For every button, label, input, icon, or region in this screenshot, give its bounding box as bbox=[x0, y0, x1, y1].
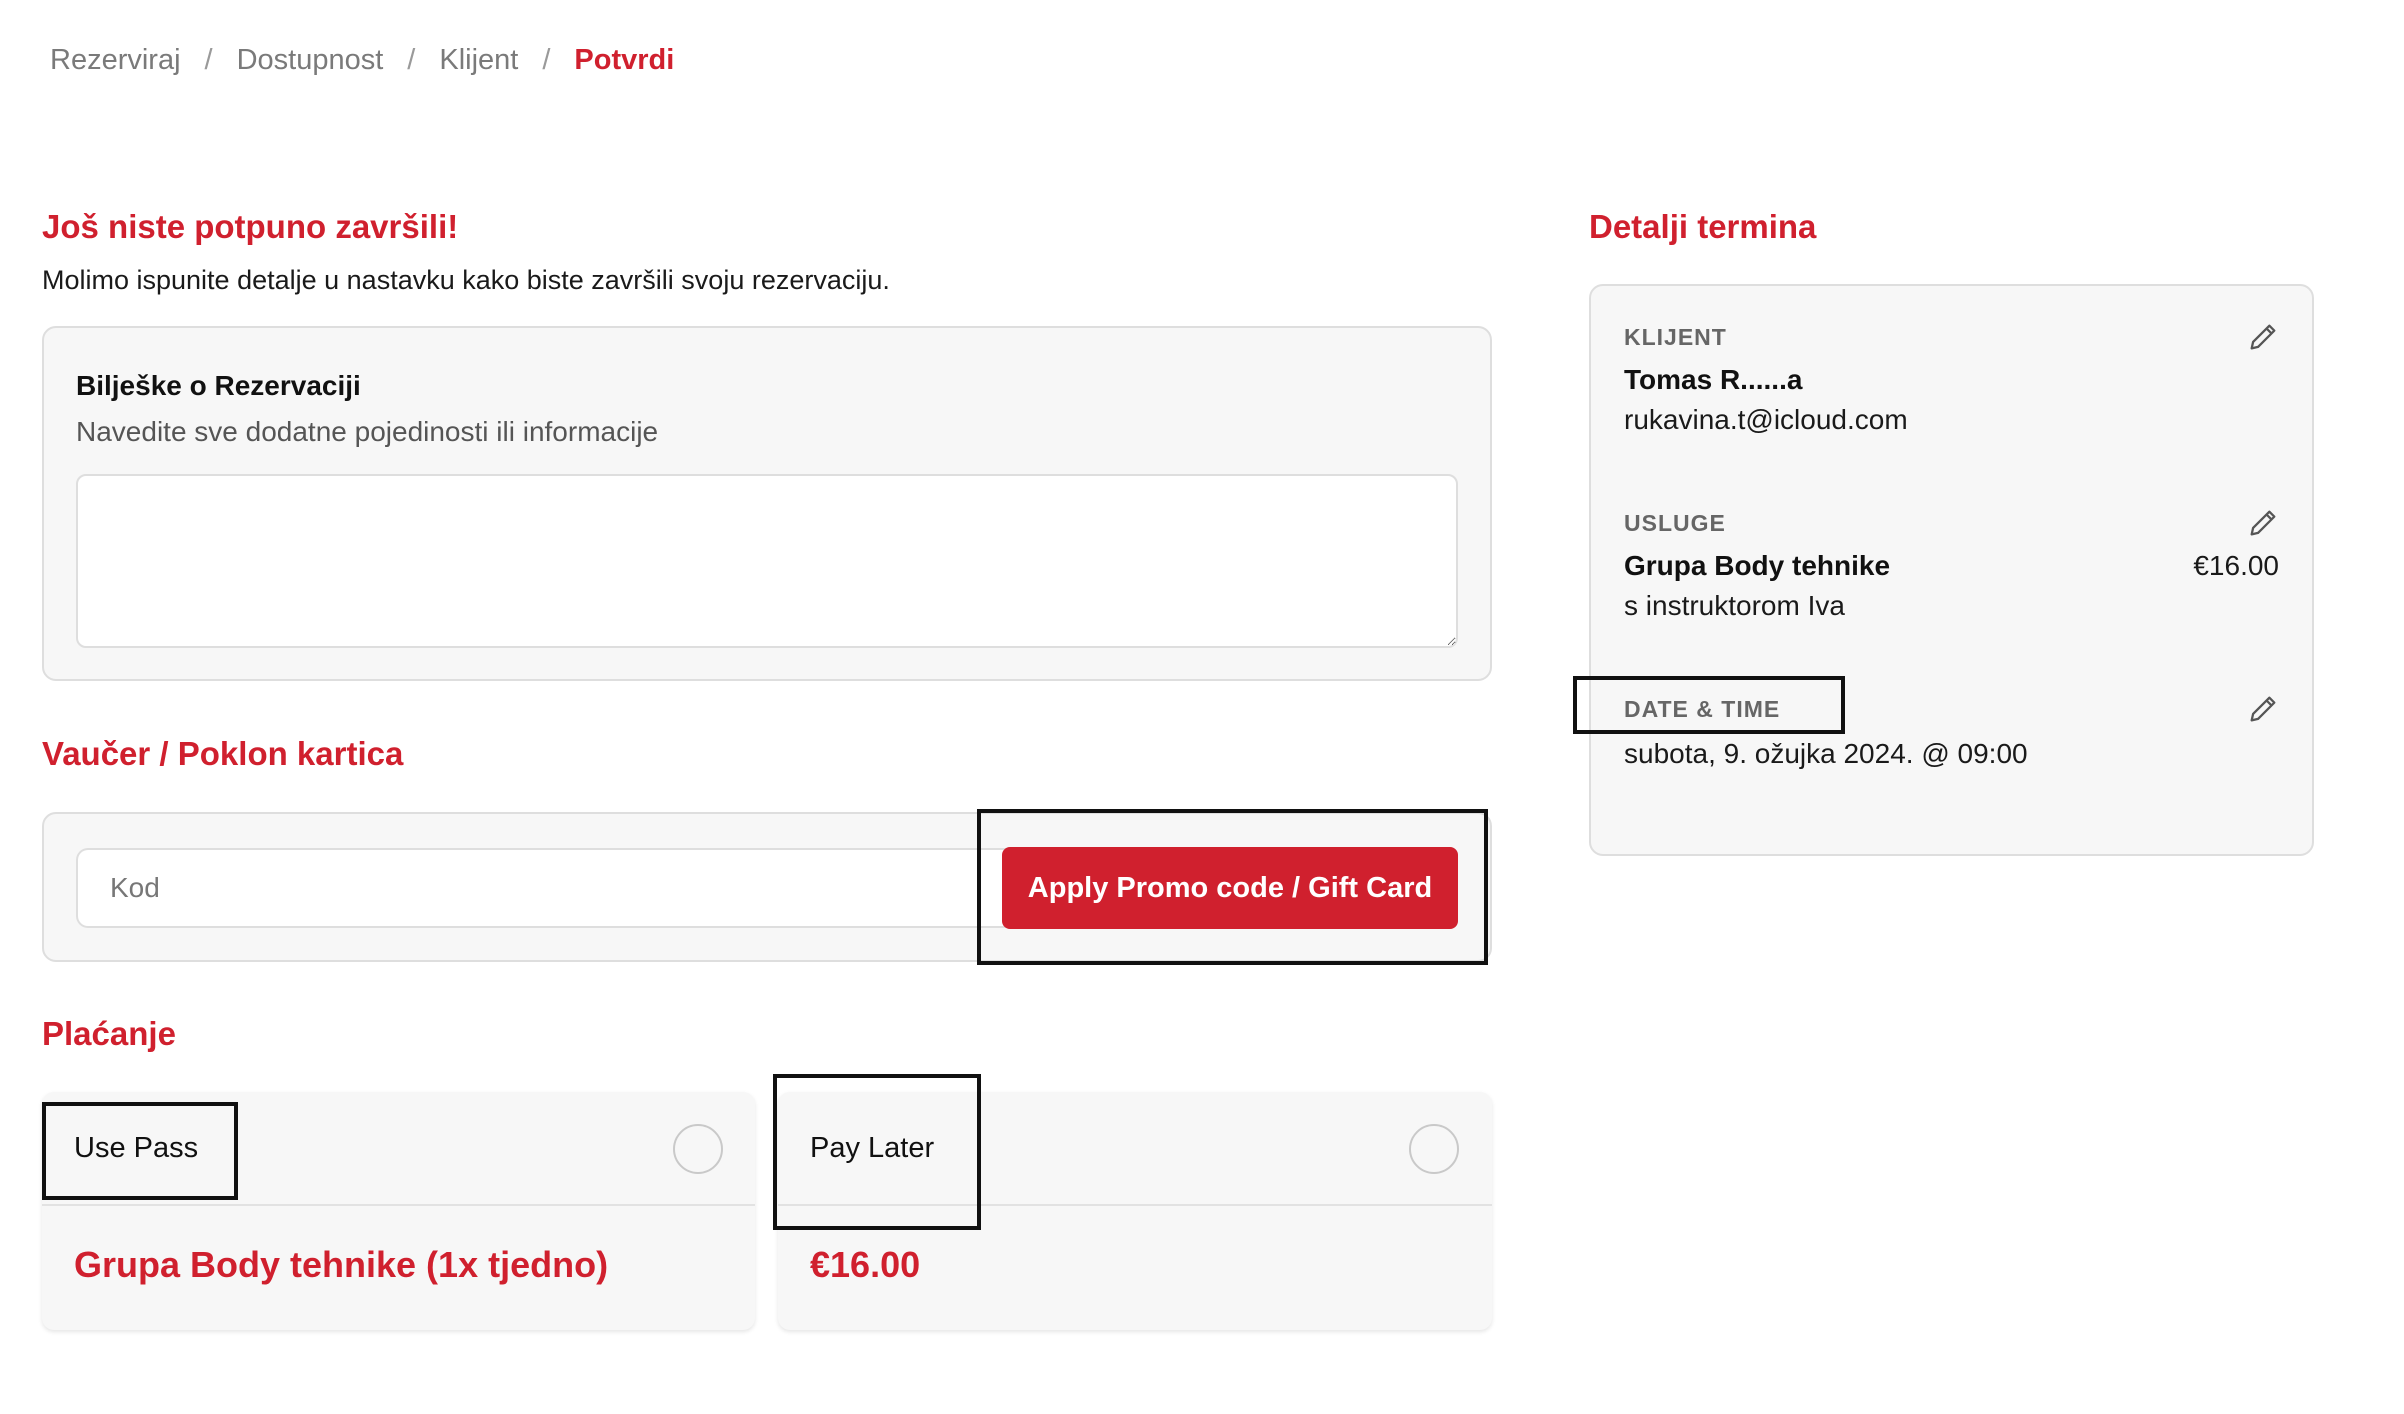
payment-option-label: Pay Later bbox=[810, 1132, 935, 1164]
breadcrumb-separator: / bbox=[204, 44, 213, 76]
notes-panel: Bilješke o Rezervaciji Navedite sve doda… bbox=[42, 326, 1492, 681]
notes-description: Navedite sve dodatne pojedinosti ili inf… bbox=[76, 416, 659, 447]
details-panel: KLIJENT Tomas R......a rukavina.t@icloud… bbox=[1589, 284, 2314, 856]
payment-option-pay-later[interactable]: Pay Later €16.00 bbox=[778, 1092, 1492, 1330]
pencil-icon[interactable] bbox=[2246, 506, 2280, 540]
notes-textarea[interactable] bbox=[76, 474, 1458, 648]
breadcrumb-item-klijent[interactable]: Klijent bbox=[439, 44, 518, 77]
client-label: KLIJENT bbox=[1624, 324, 1727, 350]
details-title: Detalji termina bbox=[1589, 208, 1817, 245]
payment-option-value: €16.00 bbox=[810, 1244, 921, 1285]
datetime-label: DATE & TIME bbox=[1624, 696, 1781, 722]
datetime-value: subota, 9. ožujka 2024. @ 09:00 bbox=[1624, 738, 2028, 769]
breadcrumb: Rezerviraj / Dostupnost / Klijent / Potv… bbox=[50, 44, 674, 77]
voucher-panel: Apply Promo code / Gift Card bbox=[42, 812, 1492, 962]
client-email: rukavina.t@icloud.com bbox=[1624, 404, 1908, 435]
divider bbox=[778, 1204, 1492, 1206]
service-name: Grupa Body tehnike bbox=[1624, 550, 1891, 581]
breadcrumb-separator: / bbox=[407, 44, 416, 76]
client-name: Tomas R......a bbox=[1624, 364, 1803, 395]
page-subtitle: Molimo ispunite detalje u nastavku kako … bbox=[42, 265, 890, 295]
payment-option-use-pass[interactable]: Use Pass Grupa Body tehnike (1x tjedno) bbox=[42, 1092, 755, 1330]
payment-title: Plaćanje bbox=[42, 1015, 176, 1052]
payment-option-value: Grupa Body tehnike (1x tjedno) bbox=[74, 1244, 609, 1285]
apply-promo-button[interactable]: Apply Promo code / Gift Card bbox=[1002, 847, 1458, 929]
breadcrumb-item-dostupnost[interactable]: Dostupnost bbox=[237, 44, 384, 77]
page-title: Još niste potpuno završili! bbox=[42, 208, 459, 245]
service-instructor: s instruktorom Iva bbox=[1624, 590, 1845, 621]
breadcrumb-item-rezerviraj[interactable]: Rezerviraj bbox=[50, 44, 181, 77]
breadcrumb-item-potvrdi: Potvrdi bbox=[574, 44, 675, 76]
payment-radio-pay-later[interactable] bbox=[1409, 1124, 1459, 1174]
voucher-title: Vaučer / Poklon kartica bbox=[42, 735, 404, 772]
promo-code-input[interactable] bbox=[76, 848, 1036, 928]
payment-option-label: Use Pass bbox=[74, 1132, 199, 1164]
notes-title: Bilješke o Rezervaciji bbox=[76, 370, 361, 401]
divider bbox=[42, 1204, 755, 1206]
payment-radio-use-pass[interactable] bbox=[673, 1124, 723, 1174]
pencil-icon[interactable] bbox=[2246, 320, 2280, 354]
service-price: €16.00 bbox=[2193, 550, 2279, 581]
services-label: USLUGE bbox=[1624, 510, 1726, 536]
pencil-icon[interactable] bbox=[2246, 692, 2280, 726]
breadcrumb-separator: / bbox=[542, 44, 551, 76]
